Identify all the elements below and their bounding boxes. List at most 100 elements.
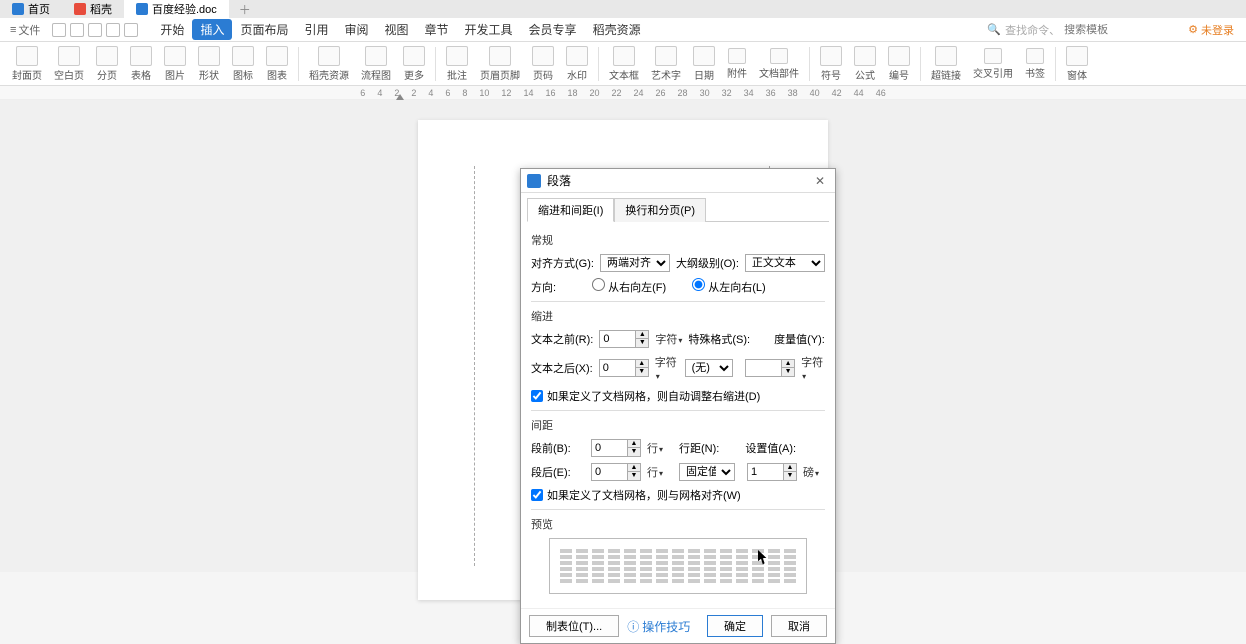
quick-preview-icon[interactable] [88,23,102,37]
check-auto-indent[interactable]: 如果定义了文档网格，则自动调整右缩进(D) [531,388,825,404]
input-before-text[interactable] [599,330,635,348]
menutab-review[interactable]: 审阅 [336,19,376,40]
unit-char[interactable]: 字符 [655,331,682,347]
input-metric[interactable] [745,359,781,377]
select-outline[interactable]: 正文文本 [745,254,825,272]
unit-line[interactable]: 行 [647,464,663,480]
ruler-marker[interactable] [396,94,404,100]
quick-print-icon[interactable] [70,23,84,37]
menutab-references[interactable]: 引用 [296,19,336,40]
checkbox-snap-grid[interactable] [531,489,543,501]
radio-ltr[interactable]: 从左向右(L) [692,278,766,295]
select-special[interactable]: (无) [685,359,733,377]
menutab-vip[interactable]: 会员专享 [521,19,585,40]
cancel-button[interactable]: 取消 [771,615,827,637]
tool-form[interactable]: 窗体 [1062,46,1092,82]
tool-pagenumber[interactable]: 页码 [528,46,558,82]
input-before-para[interactable] [591,439,627,457]
unit-pound[interactable]: 磅 [803,464,819,480]
tool-blankpage[interactable]: 空白页 [50,46,88,82]
unit-line[interactable]: 行 [647,440,663,456]
add-tab-button[interactable]: ＋ [237,1,253,17]
tool-equation[interactable]: 公式 [850,46,880,82]
spinner-before-text[interactable]: ▲▼ [599,330,649,348]
tool-picture[interactable]: 图片 [160,46,190,82]
login-label: 未登录 [1201,22,1234,38]
checkbox-auto-indent[interactable] [531,390,543,402]
tool-docparts[interactable]: 文档部件 [755,48,803,80]
check-snap-grid[interactable]: 如果定义了文档网格，则与网格对齐(W) [531,487,825,503]
spin-down[interactable]: ▼ [782,368,794,376]
menutab-devtools[interactable]: 开发工具 [457,19,521,40]
tool-attachment[interactable]: 附件 [723,48,751,80]
file-menu[interactable]: ≡ 文件 [6,22,44,38]
tool-watermark[interactable]: 水印 [562,46,592,82]
tab-indent-spacing[interactable]: 缩进和间距(I) [527,198,614,222]
input-after-para[interactable] [591,463,627,481]
unit-char[interactable]: 字符 [655,354,679,382]
command-search[interactable]: 🔍 查找命令、 [987,22,1174,38]
tab-document[interactable]: 百度经验.doc [124,0,229,18]
tool-comment[interactable]: 批注 [442,46,472,82]
tool-numbering[interactable]: 编号 [884,46,914,82]
menutab-start[interactable]: 开始 [152,19,192,40]
spin-down[interactable]: ▼ [784,472,796,480]
close-button[interactable]: ✕ [811,172,829,190]
tool-date[interactable]: 日期 [689,46,719,82]
tool-docer-res[interactable]: 稻壳资源 [305,46,353,82]
spinner-metric[interactable]: ▲▼ [745,359,795,377]
tool-pagebreak[interactable]: 分页 [92,46,122,82]
quick-undo-icon[interactable] [106,23,120,37]
tool-wordart[interactable]: 艺术字 [647,46,685,82]
quick-save-icon[interactable] [52,23,66,37]
spin-down[interactable]: ▼ [628,472,640,480]
radio-rtl[interactable]: 从右向左(F) [592,278,666,295]
menutab-pagelayout[interactable]: 页面布局 [232,19,296,40]
dialog-titlebar[interactable]: 段落 ✕ [521,169,835,193]
tool-headerfooter[interactable]: 页眉页脚 [476,46,524,82]
tips-link[interactable]: ⓘ操作技巧 [627,618,690,635]
spin-up[interactable]: ▲ [636,331,648,339]
menutab-docer[interactable]: 稻壳资源 [585,19,649,40]
tool-table[interactable]: 表格 [126,46,156,82]
spin-down[interactable]: ▼ [636,339,648,347]
tool-more[interactable]: 更多 [399,46,429,82]
tab-docer[interactable]: 稻壳 [62,0,124,18]
search-input[interactable] [1064,24,1174,36]
input-set-value[interactable] [747,463,783,481]
spin-down[interactable]: ▼ [636,368,648,376]
spinner-after-text[interactable]: ▲▼ [599,359,649,377]
spin-up[interactable]: ▲ [784,464,796,472]
spinner-after-para[interactable]: ▲▼ [591,463,641,481]
spin-up[interactable]: ▲ [628,440,640,448]
input-after-text[interactable] [599,359,635,377]
tool-symbol[interactable]: 符号 [816,46,846,82]
ok-button[interactable]: 确定 [707,615,763,637]
menutab-section[interactable]: 章节 [417,19,457,40]
spinner-set-value[interactable]: ▲▼ [747,463,797,481]
menutab-view[interactable]: 视图 [377,19,417,40]
select-line-spacing[interactable]: 固定值 [679,463,735,481]
spin-up[interactable]: ▲ [782,360,794,368]
tool-icons[interactable]: 图标 [228,46,258,82]
menutab-insert[interactable]: 插入 [192,19,232,40]
login-status[interactable]: ⚙ 未登录 [1188,22,1234,38]
tab-home[interactable]: 首页 [0,0,62,18]
tool-shapes[interactable]: 形状 [194,46,224,82]
tab-line-page-break[interactable]: 换行和分页(P) [614,198,706,222]
quick-redo-icon[interactable] [124,23,138,37]
spin-up[interactable]: ▲ [636,360,648,368]
tool-textbox[interactable]: 文本框 [605,46,643,82]
spin-up[interactable]: ▲ [628,464,640,472]
tool-coverpage[interactable]: 封面页 [8,46,46,82]
tool-hyperlink[interactable]: 超链接 [927,46,965,82]
tool-chart[interactable]: 图表 [262,46,292,82]
spinner-before-para[interactable]: ▲▼ [591,439,641,457]
tool-crossref[interactable]: 交叉引用 [969,48,1017,80]
tool-bookmark[interactable]: 书签 [1021,48,1049,80]
tabstops-button[interactable]: 制表位(T)... [529,615,619,637]
select-align[interactable]: 两端对齐 [600,254,670,272]
spin-down[interactable]: ▼ [628,448,640,456]
unit-char[interactable]: 字符 [801,354,825,382]
tool-flowchart[interactable]: 流程图 [357,46,395,82]
